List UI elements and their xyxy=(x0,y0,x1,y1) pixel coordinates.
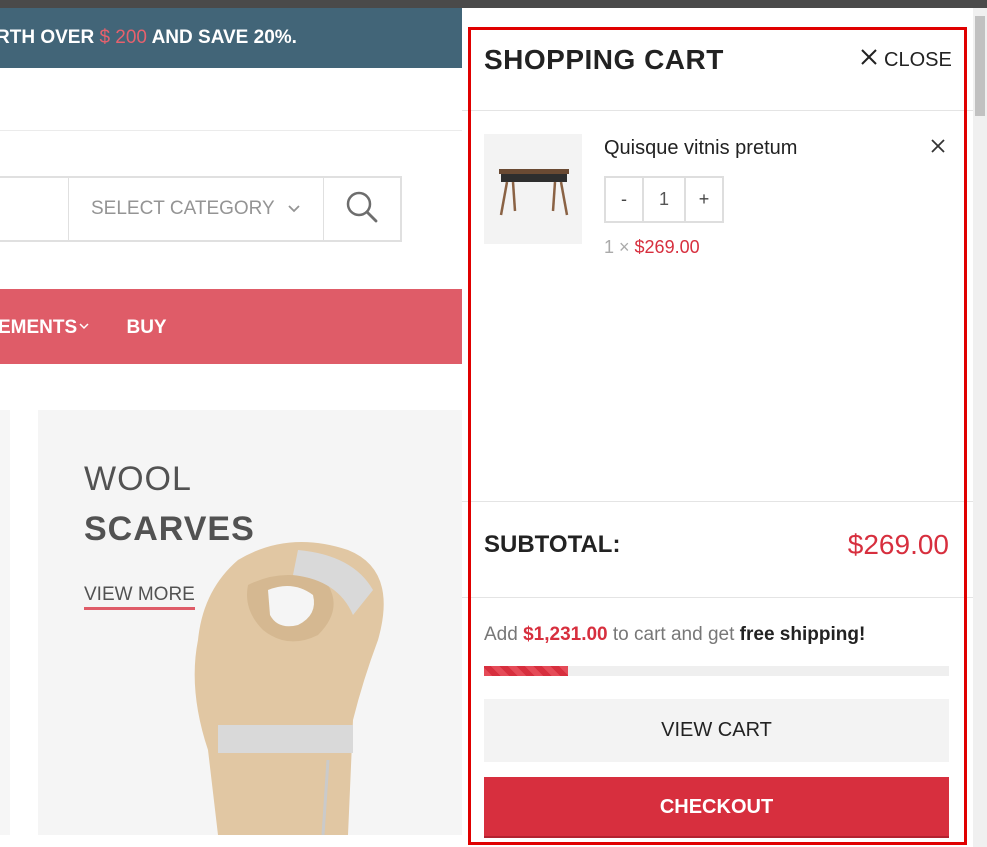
chevron-down-icon xyxy=(79,289,89,364)
scarf-image xyxy=(194,542,384,835)
chevron-down-icon xyxy=(287,178,301,267)
promo-bar: RTH OVER $ 200 AND SAVE 20%. xyxy=(0,8,462,68)
shipping-prefix: Add xyxy=(484,624,524,645)
category-select[interactable]: SELECT CATEGORY xyxy=(68,178,324,240)
cart-item-name[interactable]: Quisque vitnis pretum xyxy=(604,137,797,160)
cart-header-divider xyxy=(462,110,973,111)
banner-kicker: WOOL xyxy=(84,460,192,498)
scrollbar[interactable] xyxy=(973,8,987,847)
qty-input[interactable]: 1 xyxy=(642,178,686,221)
qty-decrease-button[interactable]: - xyxy=(606,178,642,221)
banner-edge xyxy=(0,410,10,835)
subtotal-label: SUBTOTAL: xyxy=(484,531,621,558)
browser-top-strip xyxy=(0,0,987,8)
cart-title: SHOPPING CART xyxy=(484,44,724,75)
console-table-image xyxy=(499,169,569,216)
free-shipping-progress xyxy=(484,666,949,676)
nav-item-buy[interactable]: BUY xyxy=(126,290,166,364)
view-cart-button[interactable]: VIEW CART xyxy=(484,699,949,762)
header-divider xyxy=(0,130,462,131)
search-icon xyxy=(345,190,379,229)
subtotal-bottom-divider xyxy=(462,597,973,598)
quantity-stepper: - 1 + xyxy=(604,176,724,223)
search-button[interactable] xyxy=(324,178,400,240)
shipping-free-text: free shipping! xyxy=(739,624,866,645)
nav-item-elements[interactable]: EMENTS xyxy=(0,289,89,364)
category-select-label: SELECT CATEGORY xyxy=(91,198,275,219)
qty-increase-button[interactable]: + xyxy=(686,178,722,221)
subtotal-value: $269.00 xyxy=(847,529,949,560)
banner-view-more-link[interactable]: VIEW MORE xyxy=(84,584,195,610)
cart-item-price: $269.00 xyxy=(634,237,700,257)
promo-prefix: RTH OVER xyxy=(0,27,100,48)
promo-suffix: AND SAVE 20%. xyxy=(147,27,297,48)
cart-item-thumbnail[interactable] xyxy=(484,134,582,244)
qty-multiplier: 1 × xyxy=(604,237,635,257)
promo-amount: $ 200 xyxy=(99,27,147,48)
close-icon xyxy=(860,48,878,72)
main-nav: EMENTS BUY xyxy=(0,289,462,364)
cart-item-price-line: 1 × $269.00 xyxy=(604,237,700,258)
close-cart-button[interactable]: CLOSE xyxy=(860,48,952,72)
subtotal-top-divider xyxy=(462,501,973,502)
shipping-remaining-amount: $1,231.00 xyxy=(523,624,608,645)
promo-banner: WOOL SCARVES VIEW MORE xyxy=(38,410,462,835)
shipping-middle: to cart and get xyxy=(607,624,740,645)
scrollbar-thumb[interactable] xyxy=(975,16,985,116)
free-shipping-message: Add $1,231.00 to cart and get free shipp… xyxy=(484,624,865,646)
remove-item-icon[interactable] xyxy=(931,136,945,159)
close-label: CLOSE xyxy=(884,48,952,71)
progress-fill xyxy=(484,666,568,676)
checkout-button[interactable]: CHECKOUT xyxy=(484,777,949,838)
